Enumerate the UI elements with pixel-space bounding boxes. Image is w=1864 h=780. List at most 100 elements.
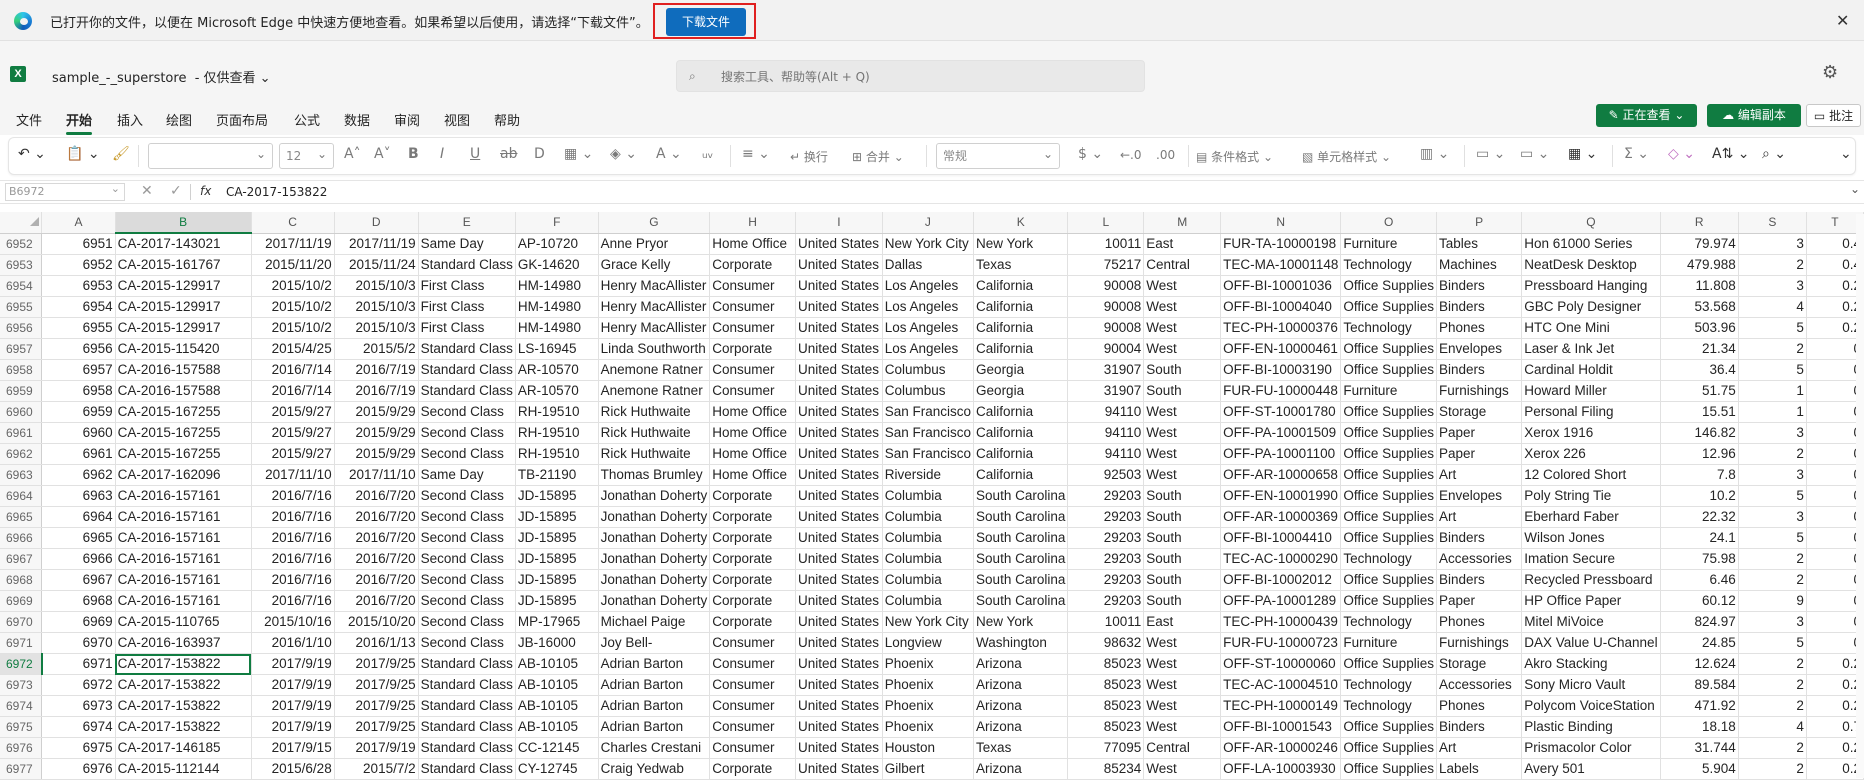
cell[interactable]: Anne Pryor	[598, 233, 711, 255]
cell[interactable]: West	[1143, 674, 1222, 696]
cell[interactable]: Second Class	[418, 548, 516, 570]
cell[interactable]: United States	[795, 338, 883, 360]
cell[interactable]: Office Supplies	[1340, 569, 1437, 591]
cell[interactable]: CA-2017-146185	[115, 737, 252, 759]
cell[interactable]: 2015/10/2	[251, 317, 335, 339]
column-header-d[interactable]: D	[334, 212, 419, 234]
cell[interactable]: 0	[1806, 485, 1864, 507]
cell[interactable]: Consumer	[709, 653, 797, 675]
cell[interactable]: 6957	[41, 359, 116, 381]
column-header-p[interactable]: P	[1436, 212, 1523, 234]
cell[interactable]: South Carolina	[973, 506, 1069, 528]
cell[interactable]: Office Supplies	[1340, 464, 1437, 486]
cell[interactable]: 5	[1738, 317, 1807, 339]
row-header[interactable]: 6959	[0, 380, 43, 402]
cell[interactable]: South	[1143, 548, 1222, 570]
border-icon[interactable]: ▦ ⌄	[564, 146, 593, 162]
cell[interactable]: Corporate	[709, 569, 797, 591]
cell[interactable]: 2016/7/20	[334, 527, 419, 549]
cell[interactable]: 2016/7/20	[334, 590, 419, 612]
cell[interactable]: Office Supplies	[1340, 359, 1437, 381]
cell[interactable]: 2016/7/16	[251, 548, 335, 570]
cell[interactable]: 2016/7/16	[251, 569, 335, 591]
cell[interactable]: 824.97	[1660, 611, 1739, 633]
cell[interactable]: Labels	[1436, 758, 1523, 780]
cell[interactable]: Binders	[1436, 296, 1523, 318]
cell[interactable]: 6966	[41, 548, 116, 570]
cell[interactable]: 0	[1806, 548, 1864, 570]
cell[interactable]: 0	[1806, 611, 1864, 633]
cell[interactable]: Home Office	[709, 401, 797, 423]
cell[interactable]: 6962	[41, 464, 116, 486]
cell[interactable]: Houston	[882, 737, 975, 759]
cell[interactable]: Office Supplies	[1340, 716, 1437, 738]
cell[interactable]: CA-2017-153822	[115, 653, 252, 675]
cell[interactable]: 0	[1806, 590, 1864, 612]
cell[interactable]: Columbia	[882, 569, 975, 591]
cell[interactable]: Home Office	[709, 443, 797, 465]
cell[interactable]: Anemone Ratner	[598, 359, 711, 381]
cell[interactable]: United States	[795, 695, 883, 717]
cell[interactable]: Second Class	[418, 590, 516, 612]
cell[interactable]: 0	[1806, 632, 1864, 654]
cell[interactable]: Consumer	[709, 317, 797, 339]
cell[interactable]: Office Supplies	[1340, 737, 1437, 759]
cell[interactable]: 29203	[1067, 590, 1145, 612]
cell[interactable]: 0.2	[1806, 653, 1864, 675]
cell[interactable]: 53.568	[1660, 296, 1739, 318]
cell[interactable]: Second Class	[418, 401, 516, 423]
row-header[interactable]: 6969	[0, 590, 43, 612]
cell[interactable]: Home Office	[709, 464, 797, 486]
cell[interactable]: RH-19510	[515, 443, 599, 465]
increase-font-icon[interactable]: A˄	[344, 146, 361, 162]
cell[interactable]: 0.2	[1806, 296, 1864, 318]
font-family-select[interactable]	[148, 142, 273, 169]
cell[interactable]: 6963	[41, 485, 116, 507]
cell[interactable]: 2015/9/27	[251, 401, 335, 423]
cell[interactable]: Adrian Barton	[598, 716, 711, 738]
cell[interactable]: United States	[795, 443, 883, 465]
cell[interactable]: 92503	[1067, 464, 1145, 486]
cell[interactable]: West	[1143, 716, 1222, 738]
cell[interactable]: 2015/10/16	[251, 611, 335, 633]
cell[interactable]: New York City	[882, 611, 975, 633]
column-header-t[interactable]: T	[1806, 212, 1864, 234]
cell[interactable]: Standard Class	[418, 695, 516, 717]
cell[interactable]: United States	[795, 254, 883, 276]
cell[interactable]: Consumer	[709, 296, 797, 318]
cell[interactable]: 36.4	[1660, 359, 1739, 381]
cell[interactable]: San Francisco	[882, 401, 975, 423]
cell[interactable]: Furnishings	[1436, 632, 1523, 654]
cell[interactable]: Corporate	[709, 506, 797, 528]
cell[interactable]: 2015/9/27	[251, 422, 335, 444]
cell[interactable]: 94110	[1067, 401, 1145, 423]
cell[interactable]: 6973	[41, 695, 116, 717]
cell[interactable]: United States	[795, 485, 883, 507]
cell[interactable]: San Francisco	[882, 443, 975, 465]
find-icon[interactable]: ⌕ ⌄	[1762, 146, 1786, 162]
cell[interactable]: Polycom VoiceStation	[1521, 695, 1661, 717]
cell[interactable]: East	[1143, 611, 1222, 633]
cell[interactable]: Consumer	[709, 359, 797, 381]
tab-review[interactable]: 审阅	[394, 110, 420, 129]
cell[interactable]: California	[973, 464, 1069, 486]
cell[interactable]: CA-2015-167255	[115, 401, 252, 423]
cell[interactable]: Art	[1436, 464, 1523, 486]
column-header-r[interactable]: R	[1660, 212, 1739, 234]
row-header[interactable]: 6975	[0, 716, 43, 738]
cell[interactable]: CA-2015-129917	[115, 317, 252, 339]
cell[interactable]: Phoenix	[882, 674, 975, 696]
column-header-i[interactable]: I	[795, 212, 883, 234]
format-cells-icon[interactable]: ▦ ⌄	[1568, 146, 1597, 162]
cell[interactable]: Xerox 226	[1521, 443, 1661, 465]
row-header[interactable]: 6967	[0, 548, 43, 570]
cell[interactable]: OFF-PA-10001289	[1220, 590, 1342, 612]
cell[interactable]: 6960	[41, 422, 116, 444]
cell[interactable]: 2017/9/25	[334, 716, 419, 738]
cell[interactable]: 24.1	[1660, 527, 1739, 549]
cell[interactable]: OFF-PA-10001100	[1220, 443, 1342, 465]
cell[interactable]: 5	[1738, 527, 1807, 549]
cell[interactable]: 2	[1738, 674, 1807, 696]
cell[interactable]: Office Supplies	[1340, 443, 1437, 465]
underline-icon[interactable]: U	[470, 146, 480, 162]
